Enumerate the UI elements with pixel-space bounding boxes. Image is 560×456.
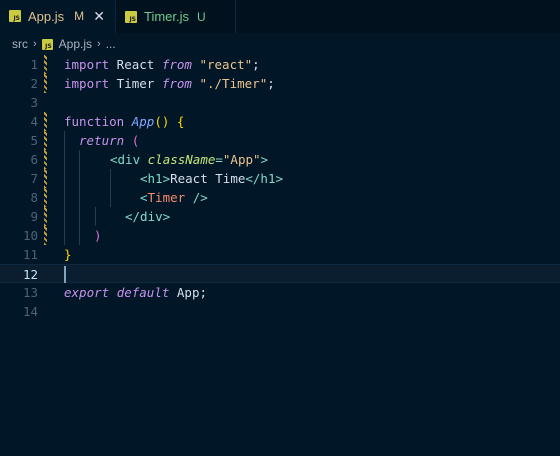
code-line: 14 bbox=[0, 302, 560, 321]
modified-gutter-marker[interactable] bbox=[44, 207, 47, 226]
text-cursor bbox=[64, 266, 66, 283]
chevron-right-icon: › bbox=[97, 38, 101, 50]
indent-guide bbox=[64, 207, 65, 226]
code-text: function App() { bbox=[64, 114, 185, 129]
code-line: 5 return ( bbox=[0, 131, 560, 150]
indent-guide bbox=[110, 188, 111, 207]
code-text: import React from "react"; bbox=[64, 57, 260, 72]
line-number: 3 bbox=[30, 95, 38, 110]
indent-guide bbox=[79, 150, 80, 169]
tab-timer-js[interactable]: JS Timer.js U bbox=[115, 0, 236, 33]
indent-guide bbox=[79, 169, 80, 188]
modified-gutter-marker[interactable] bbox=[44, 74, 47, 93]
code-line: 8 <Timer /> bbox=[0, 188, 560, 207]
current-line: 12 bbox=[0, 264, 560, 283]
code-text: ) bbox=[94, 228, 102, 243]
editor-tab-bar: JS App.js M ✕ JS Timer.js U bbox=[0, 0, 560, 33]
untracked-badge: U bbox=[197, 9, 206, 24]
tab-label: App.js bbox=[28, 8, 65, 24]
code-line: 7 <h1>React Time</h1> bbox=[0, 169, 560, 188]
modified-gutter-marker[interactable] bbox=[44, 226, 47, 245]
js-file-icon: JS bbox=[125, 10, 137, 23]
indent-guide bbox=[64, 131, 65, 150]
code-text: </div> bbox=[125, 209, 171, 224]
line-number: 6 bbox=[30, 152, 38, 167]
line-number: 2 bbox=[30, 76, 38, 91]
code-line: 4 function App() { bbox=[0, 112, 560, 131]
code-line: 11 } bbox=[0, 245, 560, 264]
line-number: 9 bbox=[30, 209, 38, 224]
indent-guide bbox=[64, 188, 65, 207]
breadcrumb-file[interactable]: App.js bbox=[59, 37, 92, 51]
tab-label: Timer.js bbox=[144, 9, 190, 24]
indent-guide bbox=[64, 169, 65, 188]
modified-gutter-marker[interactable] bbox=[44, 131, 47, 150]
indent-guide bbox=[110, 169, 111, 188]
line-number: 7 bbox=[30, 171, 38, 186]
modified-gutter-marker[interactable] bbox=[44, 150, 47, 169]
code-text: <div className="App"> bbox=[110, 152, 269, 167]
code-line: 6 <div className="App"> bbox=[0, 150, 560, 169]
line-number: 12 bbox=[22, 267, 38, 282]
code-line: 2 import Timer from "./Timer"; bbox=[0, 74, 560, 93]
code-text: import Timer from "./Timer"; bbox=[64, 76, 275, 91]
line-number: 10 bbox=[22, 228, 38, 243]
line-number: 11 bbox=[22, 247, 38, 262]
indent-guide bbox=[64, 226, 65, 245]
code-line: 1 import React from "react"; bbox=[0, 55, 560, 74]
indent-guide bbox=[64, 150, 65, 169]
line-number: 8 bbox=[30, 190, 38, 205]
code-text: export default App; bbox=[64, 285, 208, 300]
line-number: 5 bbox=[30, 133, 38, 148]
breadcrumb-folder[interactable]: src bbox=[12, 37, 28, 51]
code-editor[interactable]: 1 import React from "react"; 2 import Ti… bbox=[0, 55, 560, 456]
js-file-icon: JS bbox=[41, 38, 53, 50]
indent-guide bbox=[95, 207, 96, 226]
modified-gutter-marker[interactable] bbox=[44, 188, 47, 207]
breadcrumb-more[interactable]: ... bbox=[106, 37, 116, 51]
code-text: <h1>React Time</h1> bbox=[140, 171, 284, 186]
indent-guide bbox=[79, 188, 80, 207]
code-text: <Timer /> bbox=[140, 190, 208, 205]
code-line: 3 bbox=[0, 93, 560, 112]
code-text: return ( bbox=[79, 133, 140, 148]
line-number: 13 bbox=[22, 285, 38, 300]
code-text: } bbox=[64, 247, 72, 262]
close-icon[interactable]: ✕ bbox=[92, 8, 106, 25]
indent-guide bbox=[79, 226, 80, 245]
code-line: 9 </div> bbox=[0, 207, 560, 226]
js-file-icon: JS bbox=[9, 10, 21, 22]
chevron-right-icon: › bbox=[33, 38, 37, 50]
modified-gutter-marker[interactable] bbox=[44, 55, 47, 74]
line-number: 4 bbox=[30, 114, 38, 129]
code-line: 13 export default App; bbox=[0, 283, 560, 302]
line-number: 1 bbox=[30, 57, 38, 72]
indent-guide bbox=[79, 207, 80, 226]
breadcrumb: src › JS App.js › ... bbox=[0, 33, 560, 55]
modified-gutter-marker[interactable] bbox=[44, 169, 47, 188]
modified-badge: M bbox=[74, 9, 85, 23]
code-line: 10 ) bbox=[0, 226, 560, 245]
modified-gutter-marker[interactable] bbox=[44, 112, 47, 131]
line-number: 14 bbox=[22, 304, 38, 319]
tab-app-js[interactable]: JS App.js M ✕ bbox=[0, 0, 115, 33]
